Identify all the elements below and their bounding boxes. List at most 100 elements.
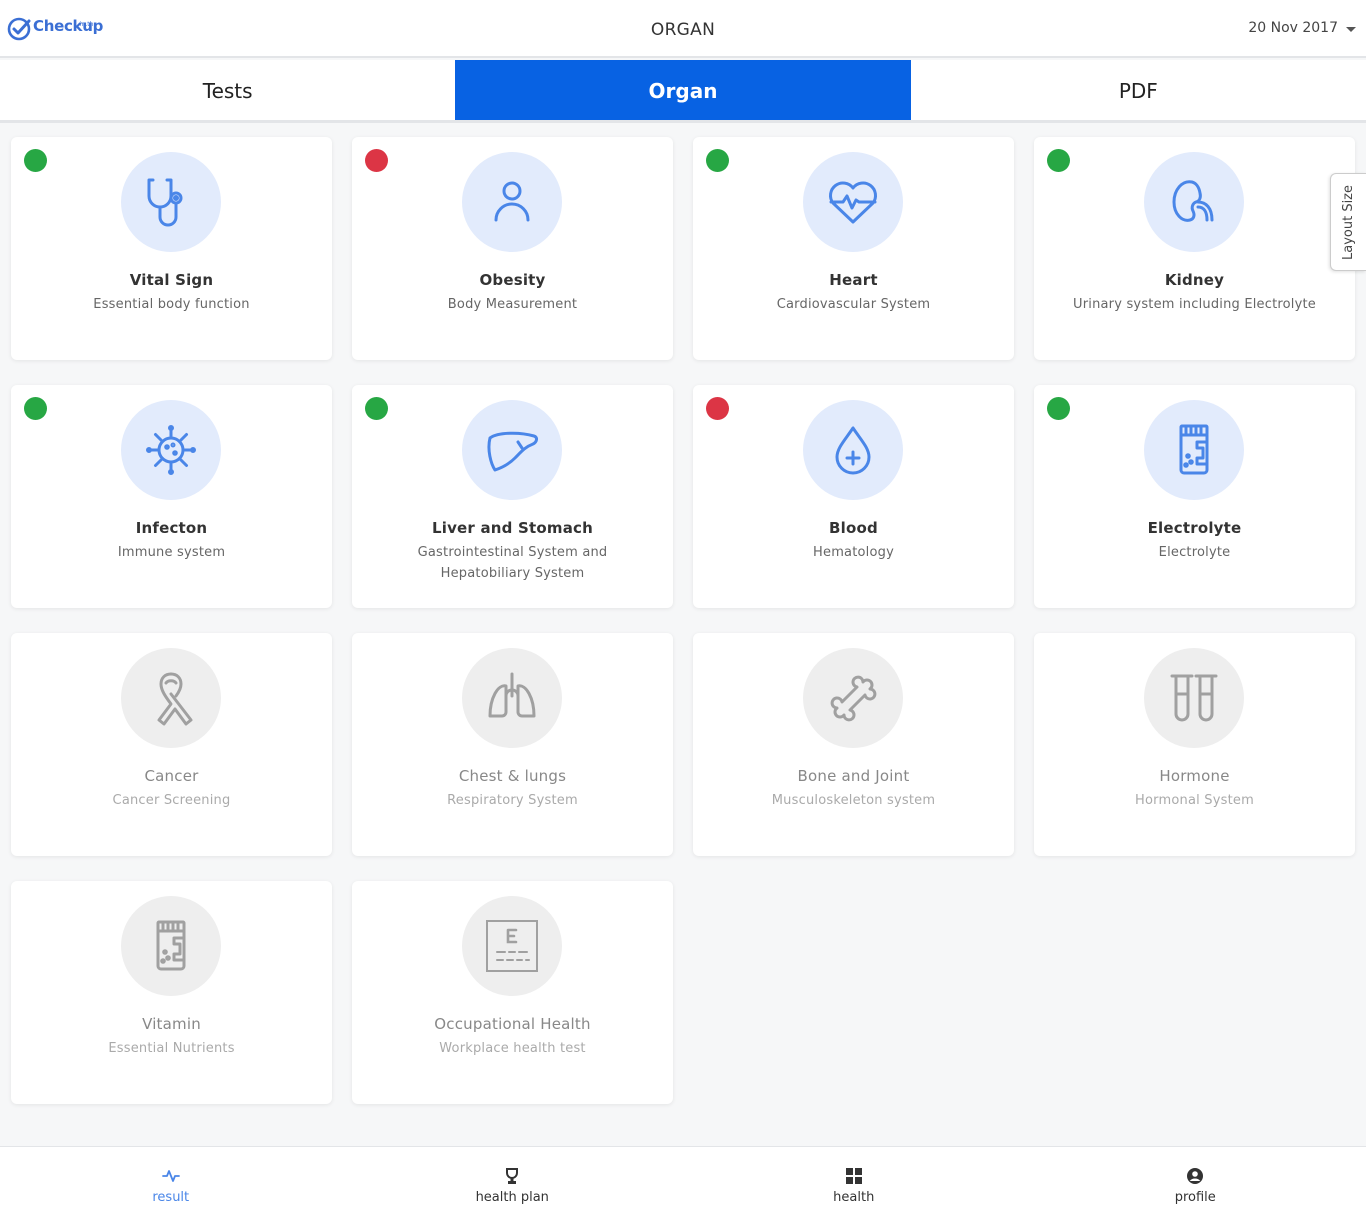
icon-circle	[462, 152, 562, 252]
card-subtitle: Hormonal System	[1135, 793, 1254, 808]
card-subtitle: Essential Nutrients	[108, 1041, 235, 1056]
page-title: ORGAN	[650, 20, 716, 40]
nav-label: health plan	[475, 1190, 549, 1205]
pulse-icon	[161, 1170, 180, 1182]
card-subtitle: Body Measurement	[447, 297, 578, 312]
card-title: Hormone	[1159, 767, 1230, 785]
layout-size-toggle[interactable]: Layout Size	[1330, 173, 1366, 271]
organ-card-kidney[interactable]: Kidney Urinary system including Electrol…	[1034, 137, 1355, 360]
card-title: Cancer	[144, 767, 199, 785]
organ-card-obesity[interactable]: Obesity Body Measurement	[352, 137, 673, 360]
icon-circle	[1144, 400, 1244, 500]
liver-icon	[487, 431, 538, 472]
icon-circle	[121, 896, 221, 996]
trophy-icon	[506, 1168, 519, 1184]
organ-card-cancer[interactable]: Cancer Cancer Screening	[11, 633, 332, 856]
nav-result[interactable]: result	[0, 1147, 342, 1225]
virus-icon	[146, 425, 196, 475]
card-title: Liver and Stomach	[431, 519, 594, 537]
ribbon-icon	[157, 672, 193, 726]
status-dot-red	[365, 149, 388, 172]
card-subtitle: Essential body function	[93, 297, 250, 312]
icon-circle	[803, 152, 903, 252]
card-title: Chest & lungs	[458, 767, 567, 785]
organ-card-bone-and-joint[interactable]: Bone and Joint Musculoskeleton system	[693, 633, 1014, 856]
nav-label: profile	[1174, 1190, 1216, 1205]
status-dot-green	[1047, 397, 1070, 420]
lungs-icon	[488, 672, 536, 718]
organ-card-vitamin[interactable]: Vitamin Essential Nutrients	[11, 881, 332, 1104]
icon-circle	[1144, 648, 1244, 748]
tab-pdf[interactable]: PDF	[911, 60, 1366, 120]
person-icon	[494, 181, 530, 222]
card-title: Heart	[829, 271, 878, 289]
organ-card-vital-sign[interactable]: Vital Sign Essential body function	[11, 137, 332, 360]
card-title: Bone and Joint	[797, 767, 910, 785]
icon-circle	[803, 400, 903, 500]
organ-card-liver-and-stomach[interactable]: Liver and Stomach Gastrointestinal Syste…	[352, 385, 673, 608]
card-subtitle: Electrolyte	[1158, 545, 1231, 560]
organ-card-chest-lungs[interactable]: Chest & lungs Respiratory System	[352, 633, 673, 856]
status-dot-green	[1047, 149, 1070, 172]
organ-card-blood[interactable]: Blood Hematology	[693, 385, 1014, 608]
heart-pulse-icon	[829, 181, 877, 224]
nav-health-plan[interactable]: health plan	[342, 1147, 684, 1225]
status-dot-green	[706, 149, 729, 172]
test-tubes-icon	[1170, 674, 1218, 722]
bone-icon	[830, 675, 877, 722]
layout-size-label: Layout Size	[1341, 184, 1357, 260]
card-title: Kidney	[1164, 271, 1225, 289]
pill-bottle-icon	[1179, 424, 1209, 475]
organ-card-occupational-health[interactable]: Occupational Health Workplace health tes…	[352, 881, 673, 1104]
card-title: Electrolyte	[1147, 519, 1242, 537]
card-subtitle: Cancer Screening	[112, 793, 231, 808]
eye-chart-icon	[486, 920, 538, 972]
nav-health[interactable]: health	[683, 1147, 1025, 1225]
bottom-nav: result health plan health profile	[0, 1146, 1366, 1225]
card-title: Obesity	[479, 271, 546, 289]
organ-card-hormone[interactable]: Hormone Hormonal System	[1034, 633, 1355, 856]
status-dot-green	[24, 397, 47, 420]
status-dot-green	[365, 397, 388, 420]
nav-profile[interactable]: profile	[1025, 1147, 1366, 1225]
icon-circle	[803, 648, 903, 748]
status-dot-green	[24, 149, 47, 172]
chevron-down-icon	[1346, 27, 1356, 32]
card-subtitle: Gastrointestinal System and Hepatobiliar…	[417, 545, 608, 581]
nav-label: health	[833, 1190, 875, 1205]
card-subtitle: Urinary system including Electrolyte	[1073, 297, 1316, 312]
card-title: Vitamin	[142, 1015, 201, 1033]
card-subtitle: Cardiovascular System	[776, 297, 931, 312]
icon-circle	[462, 896, 562, 996]
icon-circle	[462, 648, 562, 748]
pill-bottle-icon	[156, 920, 186, 971]
grid-icon	[845, 1168, 862, 1184]
card-subtitle: Immune system	[117, 545, 226, 560]
card-title: Blood	[829, 519, 878, 537]
card-subtitle: Hematology	[813, 545, 894, 560]
organ-card-electrolyte[interactable]: Electrolyte Electrolyte	[1034, 385, 1355, 608]
card-title: Vital Sign	[129, 271, 214, 289]
status-dot-red	[706, 397, 729, 420]
card-subtitle: Musculoskeleton system	[771, 793, 936, 808]
nav-label: result	[152, 1190, 190, 1205]
blood-drop-icon	[835, 426, 871, 475]
card-subtitle: Respiratory System	[447, 793, 578, 808]
user-circle-icon	[1187, 1168, 1204, 1184]
icon-circle	[121, 400, 221, 500]
icon-circle	[121, 152, 221, 252]
card-title: Occupational Health	[434, 1015, 591, 1033]
kidney-icon	[1172, 180, 1214, 222]
organ-card-heart[interactable]: Heart Cardiovascular System	[693, 137, 1014, 360]
icon-circle	[462, 400, 562, 500]
date-select-value: 20 Nov 2017	[1248, 20, 1338, 36]
tab-tests[interactable]: Tests	[0, 60, 455, 120]
organ-card-infecton[interactable]: Infecton Immune system	[11, 385, 332, 608]
tab-organ[interactable]: Organ	[455, 60, 911, 120]
icon-circle	[121, 648, 221, 748]
card-title: Infecton	[135, 519, 208, 537]
stethoscope-icon	[147, 178, 183, 227]
tab-bar: Tests Organ PDF	[0, 60, 1366, 123]
date-select[interactable]: 20 Nov 2017	[1248, 20, 1356, 36]
app-header: Checkup .in.th ORGAN 20 Nov 2017	[0, 0, 1366, 58]
